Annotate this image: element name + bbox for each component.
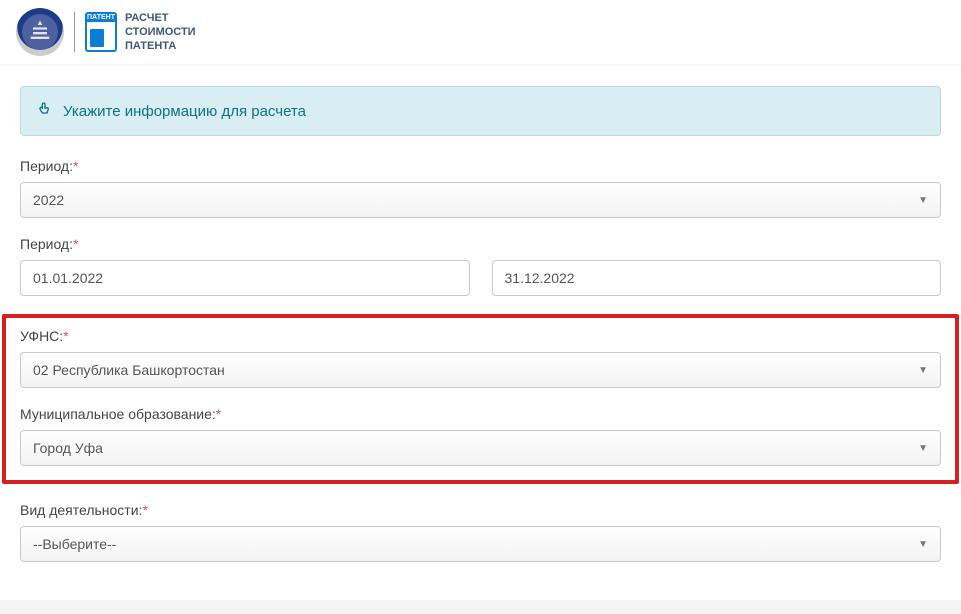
- period-to-input[interactable]: 31.12.2022: [492, 260, 942, 296]
- period-year-label: Период:*: [20, 158, 941, 174]
- activity-select[interactable]: --Выберите-- ▼: [20, 526, 941, 562]
- period-from-input[interactable]: 01.01.2022: [20, 260, 470, 296]
- municipality-group: Муниципальное образование:* Город Уфа ▼: [20, 406, 941, 466]
- activity-label: Вид деятельности:*: [20, 502, 941, 518]
- chevron-down-icon: ▼: [918, 443, 928, 454]
- activity-group: Вид деятельности:* --Выберите-- ▼: [20, 502, 941, 562]
- header-divider: [74, 12, 75, 52]
- activity-value: --Выберите--: [33, 536, 116, 552]
- app-header: ПАТЕНТ РАСЧЕТ СТОИМОСТИ ПАТЕНТА: [0, 0, 961, 64]
- period-dates-group: Период:* 01.01.2022 31.12.2022: [20, 236, 941, 296]
- municipality-select[interactable]: Город Уфа ▼: [20, 430, 941, 466]
- calculator-icon: [90, 29, 104, 47]
- ufns-value: 02 Республика Башкортостан: [33, 362, 225, 378]
- ufns-select[interactable]: 02 Республика Башкортостан ▼: [20, 352, 941, 388]
- ufns-group: УФНС:* 02 Республика Башкортостан ▼: [20, 328, 941, 388]
- info-text: Укажите информацию для расчета: [63, 103, 306, 120]
- patent-icon-label: ПАТЕНТ: [86, 13, 116, 22]
- form-container: Укажите информацию для расчета Период:* …: [0, 66, 961, 600]
- info-panel: Укажите информацию для расчета: [20, 86, 941, 136]
- period-dates-label: Период:*: [20, 236, 941, 252]
- period-year-select[interactable]: 2022 ▼: [20, 182, 941, 218]
- period-year-value: 2022: [33, 192, 64, 208]
- ufns-label: УФНС:*: [20, 328, 941, 344]
- municipality-value: Город Уфа: [33, 440, 103, 456]
- chevron-down-icon: ▼: [918, 195, 928, 206]
- hand-pointer-icon: [37, 101, 53, 121]
- app-title: РАСЧЕТ СТОИМОСТИ ПАТЕНТА: [125, 11, 196, 54]
- period-year-group: Период:* 2022 ▼: [20, 158, 941, 218]
- municipality-label: Муниципальное образование:*: [20, 406, 941, 422]
- chevron-down-icon: ▼: [918, 365, 928, 376]
- patent-doc-icon: ПАТЕНТ: [85, 12, 117, 52]
- fns-emblem-icon: [16, 8, 64, 56]
- patent-logo: ПАТЕНТ РАСЧЕТ СТОИМОСТИ ПАТЕНТА: [85, 11, 196, 54]
- chevron-down-icon: ▼: [918, 539, 928, 550]
- highlighted-region: УФНС:* 02 Республика Башкортостан ▼ Муни…: [2, 314, 959, 484]
